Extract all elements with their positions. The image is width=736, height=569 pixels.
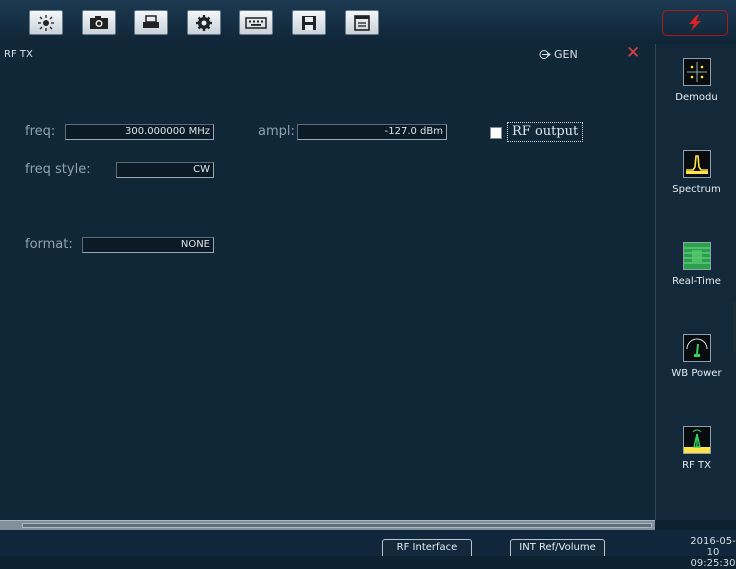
document-icon	[354, 14, 370, 31]
freq-style-label: freq style:	[25, 162, 91, 177]
format-field[interactable]: NONE	[82, 237, 214, 253]
rf-output-label[interactable]: RF output	[507, 122, 584, 142]
format-label: format:	[25, 237, 73, 252]
sidebar-item-rf-tx[interactable]: RF TX	[656, 426, 736, 471]
close-icon[interactable]: ✕	[626, 44, 640, 62]
settings-gear-icon	[196, 14, 212, 31]
save-icon	[302, 15, 316, 30]
screenshot-button[interactable]	[82, 10, 116, 35]
document-button[interactable]	[345, 10, 379, 35]
rf-interface-button[interactable]: RF Interface	[382, 539, 472, 556]
print-icon	[143, 15, 159, 28]
scrollbar-thumb[interactable]	[22, 523, 652, 528]
gen-label: GEN	[554, 48, 578, 61]
top-toolbar	[0, 0, 736, 45]
horizontal-scrollbar[interactable]	[0, 520, 655, 530]
switch-arrow-icon	[539, 50, 551, 59]
gen-link[interactable]: GEN	[539, 48, 578, 61]
sidebar-label-wb-power: WB Power	[671, 368, 722, 379]
spectrum-icon	[682, 150, 711, 178]
datetime-display: 2016-05-10 09:25:30	[690, 536, 736, 569]
rf-output-checkbox[interactable]	[490, 127, 502, 139]
demodulation-icon	[682, 58, 711, 86]
freq-field[interactable]: 300.000000 MHz	[65, 124, 214, 140]
sidebar-item-wb-power[interactable]: WB Power	[656, 334, 736, 379]
wb-power-meter-icon	[682, 334, 711, 362]
sidebar-item-realtime[interactable]: Real-Time	[656, 242, 736, 287]
brightness-icon	[38, 14, 54, 31]
realtime-icon	[682, 242, 711, 270]
right-sidebar: Demodu Spectrum Real-Time WB Power RF TX	[655, 44, 736, 520]
sidebar-label-spectrum: Spectrum	[672, 184, 721, 195]
keyboard-button[interactable]	[239, 10, 273, 35]
freq-label: freq:	[25, 124, 56, 139]
sidebar-item-demodu[interactable]: Demodu	[656, 58, 736, 103]
status-bar	[0, 530, 736, 556]
ref-volume-button[interactable]: INT Ref/Volume	[510, 539, 605, 556]
brightness-button[interactable]	[29, 10, 63, 35]
lightning-icon	[689, 15, 701, 31]
freq-style-field[interactable]: CW	[116, 162, 214, 178]
sidebar-label-rf-tx: RF TX	[682, 460, 711, 471]
ampl-field[interactable]: -127.0 dBm	[297, 124, 447, 140]
time-text: 09:25:30	[690, 558, 736, 569]
print-button[interactable]	[134, 10, 168, 35]
ampl-label: ampl:	[258, 124, 295, 139]
main-panel	[0, 44, 655, 520]
alert-button[interactable]	[662, 10, 728, 36]
keyboard-icon	[245, 16, 267, 29]
save-button[interactable]	[292, 10, 326, 35]
sidebar-label-realtime: Real-Time	[672, 276, 721, 287]
camera-icon	[90, 16, 108, 29]
sidebar-label-demodu: Demodu	[675, 92, 718, 103]
date-text: 2016-05-10	[690, 536, 736, 558]
settings-button[interactable]	[187, 10, 221, 35]
sidebar-item-spectrum[interactable]: Spectrum	[656, 150, 736, 195]
panel-title: RF TX	[4, 49, 33, 60]
rf-tx-antenna-icon	[682, 426, 711, 454]
